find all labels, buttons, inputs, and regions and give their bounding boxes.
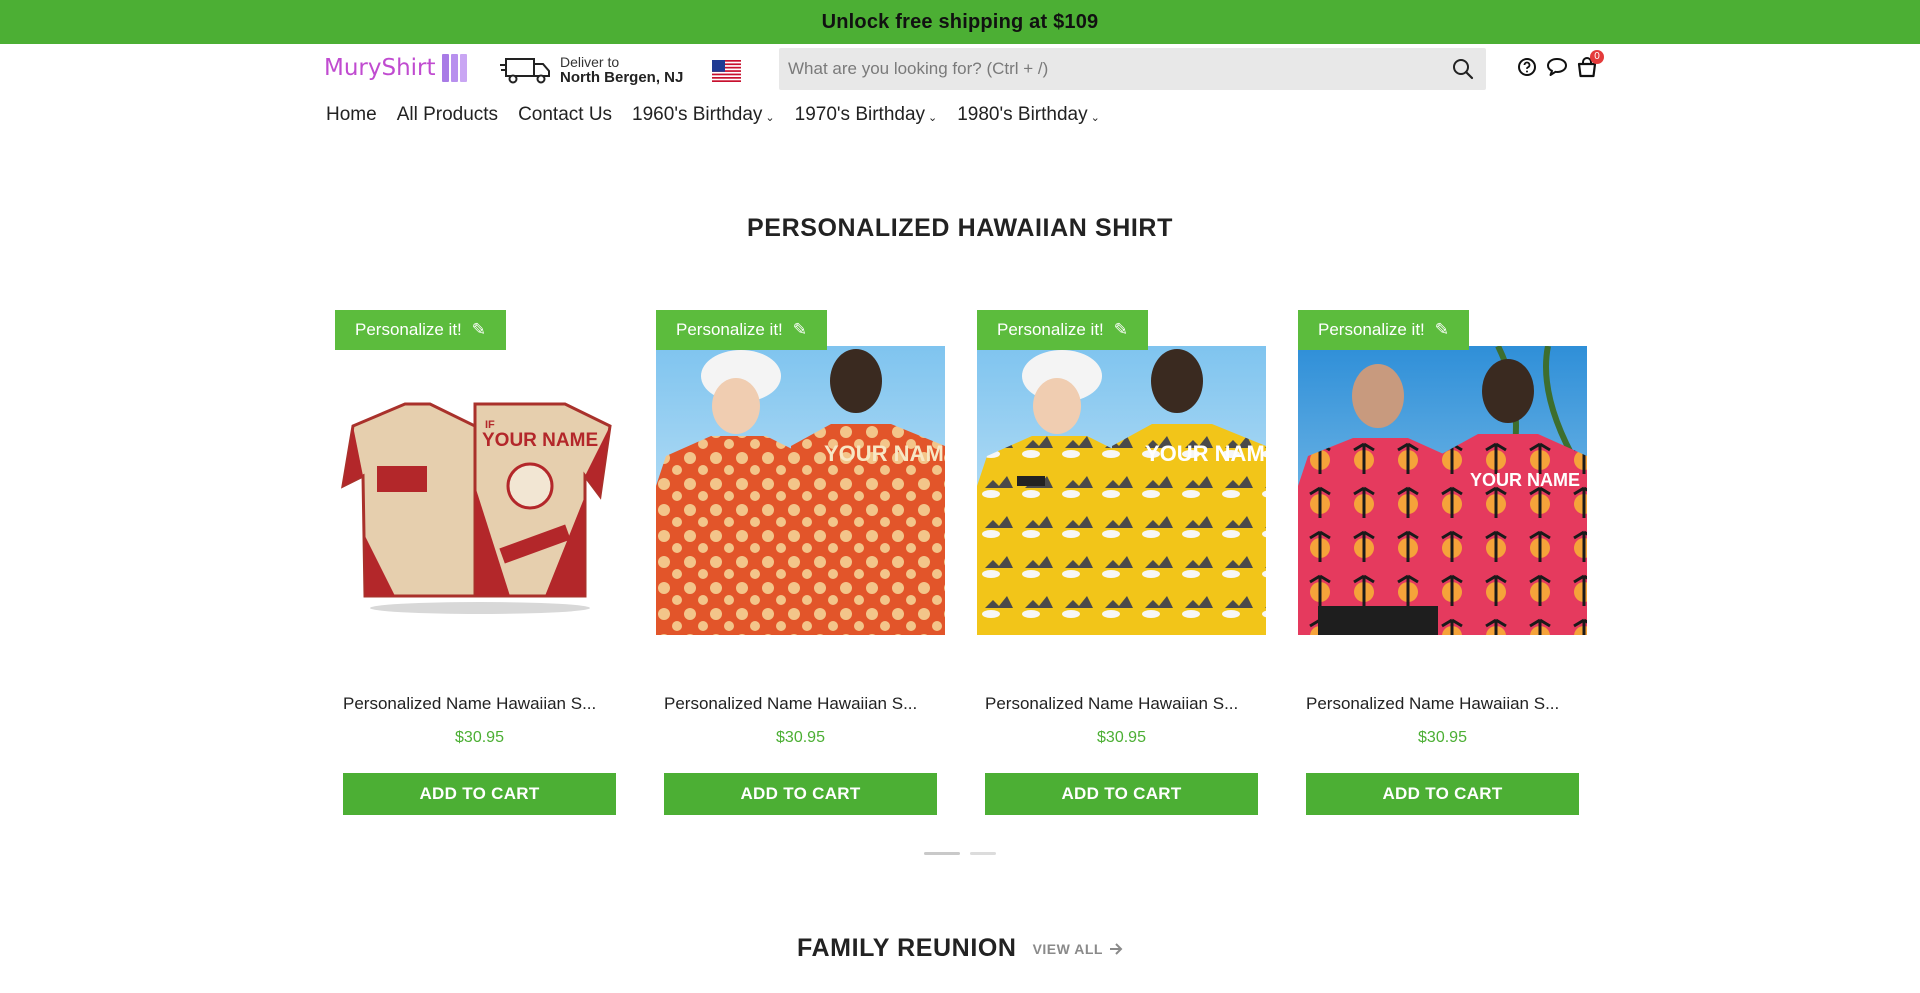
logo-text: MuryShirt: [324, 55, 436, 81]
personalize-badge[interactable]: Personalize it! ✎: [1298, 310, 1470, 350]
product-price: $30.95: [1418, 729, 1467, 746]
pencil-icon: ✎: [792, 320, 808, 339]
deliver-to[interactable]: Deliver to North Bergen, NJ: [500, 54, 683, 86]
nav-label: Contact Us: [518, 104, 613, 125]
add-to-cart-button[interactable]: ADD TO CART: [985, 773, 1258, 815]
help-button[interactable]: [1516, 56, 1538, 78]
deliver-location: North Bergen, NJ: [560, 69, 684, 86]
nav-all-products[interactable]: All Products: [397, 104, 498, 126]
add-to-cart-button[interactable]: ADD TO CART: [664, 773, 937, 815]
product-price: $30.95: [1097, 729, 1146, 746]
image-name-text: YOUR NAME: [482, 430, 598, 451]
main-nav: Home All Products Contact Us 1960's Birt…: [326, 104, 1120, 126]
pencil-icon: ✎: [1434, 320, 1450, 339]
nav-label: All Products: [396, 104, 499, 125]
logo-mark-icon: [441, 54, 467, 82]
nav-label: Home: [326, 104, 377, 125]
add-to-cart-button[interactable]: ADD TO CART: [343, 773, 616, 815]
carousel-dot-active[interactable]: [924, 852, 960, 855]
image-name-text: YOUR NAME: [1145, 441, 1266, 466]
promo-banner: Unlock free shipping at $109: [0, 0, 1920, 44]
nav-home[interactable]: Home: [326, 104, 377, 126]
section-title: PERSONALIZED HAWAIIAN SHIRT: [747, 214, 1173, 242]
product-image-graphic: YOUR NAME: [656, 346, 945, 635]
image-name-text: YOUR NAME: [1470, 470, 1580, 490]
pencil-icon: ✎: [471, 320, 487, 339]
us-flag-icon[interactable]: [712, 60, 741, 82]
badge-label: Personalize it!: [1318, 320, 1425, 339]
header-actions: 0: [1516, 50, 1604, 78]
search-input[interactable]: [779, 48, 1440, 90]
family-reunion-header: FAMILY REUNION VIEW ALL: [0, 934, 1920, 963]
search-bar: [779, 48, 1486, 90]
product-name[interactable]: Personalized Name Hawaiian S...: [664, 694, 954, 714]
product-image-graphic: YOUR NAME: [1298, 346, 1587, 635]
badge-label: Personalize it!: [355, 320, 462, 339]
product-image[interactable]: YOUR NAME: [977, 346, 1266, 635]
help-icon: [1518, 58, 1536, 76]
nav-1970s-birthday[interactable]: 1970's Birthday ⌄: [795, 104, 938, 126]
nav-contact-us[interactable]: Contact Us: [518, 104, 612, 126]
arrow-right-icon: [1109, 942, 1123, 955]
chat-icon: [1547, 58, 1567, 76]
promo-text: Unlock free shipping at $109: [821, 10, 1099, 33]
product-image[interactable]: YOUR NAME: [1298, 346, 1587, 635]
truck-icon: [500, 58, 550, 84]
chevron-down-icon: ⌄: [1090, 111, 1100, 124]
product-name[interactable]: Personalized Name Hawaiian S...: [985, 694, 1275, 714]
product-name[interactable]: Personalized Name Hawaiian S...: [1306, 694, 1596, 714]
product-price: $30.95: [455, 729, 504, 746]
add-to-cart-button[interactable]: ADD TO CART: [1306, 773, 1579, 815]
product-image[interactable]: YOUR NAME: [656, 346, 945, 635]
nav-label: 1960's Birthday: [632, 104, 763, 125]
nav-label: 1970's Birthday: [794, 104, 926, 125]
product-name[interactable]: Personalized Name Hawaiian S...: [343, 694, 633, 714]
nav-1980s-birthday[interactable]: 1980's Birthday ⌄: [957, 104, 1100, 126]
nav-1960s-birthday[interactable]: 1960's Birthday ⌄: [632, 104, 775, 126]
personalize-badge[interactable]: Personalize it! ✎: [656, 310, 828, 350]
view-all-label: VIEW ALL: [1032, 940, 1103, 957]
search-button[interactable]: [1440, 48, 1486, 90]
carousel-pagination: [924, 852, 996, 855]
badge-label: Personalize it!: [676, 320, 783, 339]
view-all-link[interactable]: VIEW ALL: [1033, 941, 1123, 957]
chat-button[interactable]: [1546, 56, 1568, 78]
product-image[interactable]: IF YOUR NAME: [335, 346, 624, 635]
site-logo[interactable]: MuryShirt: [324, 54, 467, 82]
product-price: $30.95: [776, 729, 825, 746]
product-image-graphic: YOUR NAME: [977, 346, 1266, 635]
cart-count-badge: 0: [1590, 50, 1604, 64]
nav-label: 1980's Birthday: [957, 104, 1088, 125]
deliver-label: Deliver to: [560, 54, 620, 70]
pencil-icon: ✎: [1113, 320, 1129, 339]
badge-label: Personalize it!: [997, 320, 1104, 339]
personalize-badge[interactable]: Personalize it! ✎: [335, 310, 507, 350]
carousel-dot[interactable]: [970, 852, 996, 855]
chevron-down-icon: ⌄: [928, 111, 938, 124]
product-image-graphic: IF YOUR NAME: [335, 346, 624, 635]
site-header: MuryShirt Deliver to North Bergen, NJ Wh…: [0, 44, 1920, 100]
search-icon: [1453, 59, 1474, 80]
cart-button[interactable]: 0: [1576, 50, 1604, 78]
section-title: FAMILY REUNION: [797, 934, 1017, 962]
personalize-badge[interactable]: Personalize it! ✎: [977, 310, 1149, 350]
image-name-text: YOUR NAME: [824, 441, 945, 466]
chevron-down-icon: ⌄: [765, 111, 775, 124]
